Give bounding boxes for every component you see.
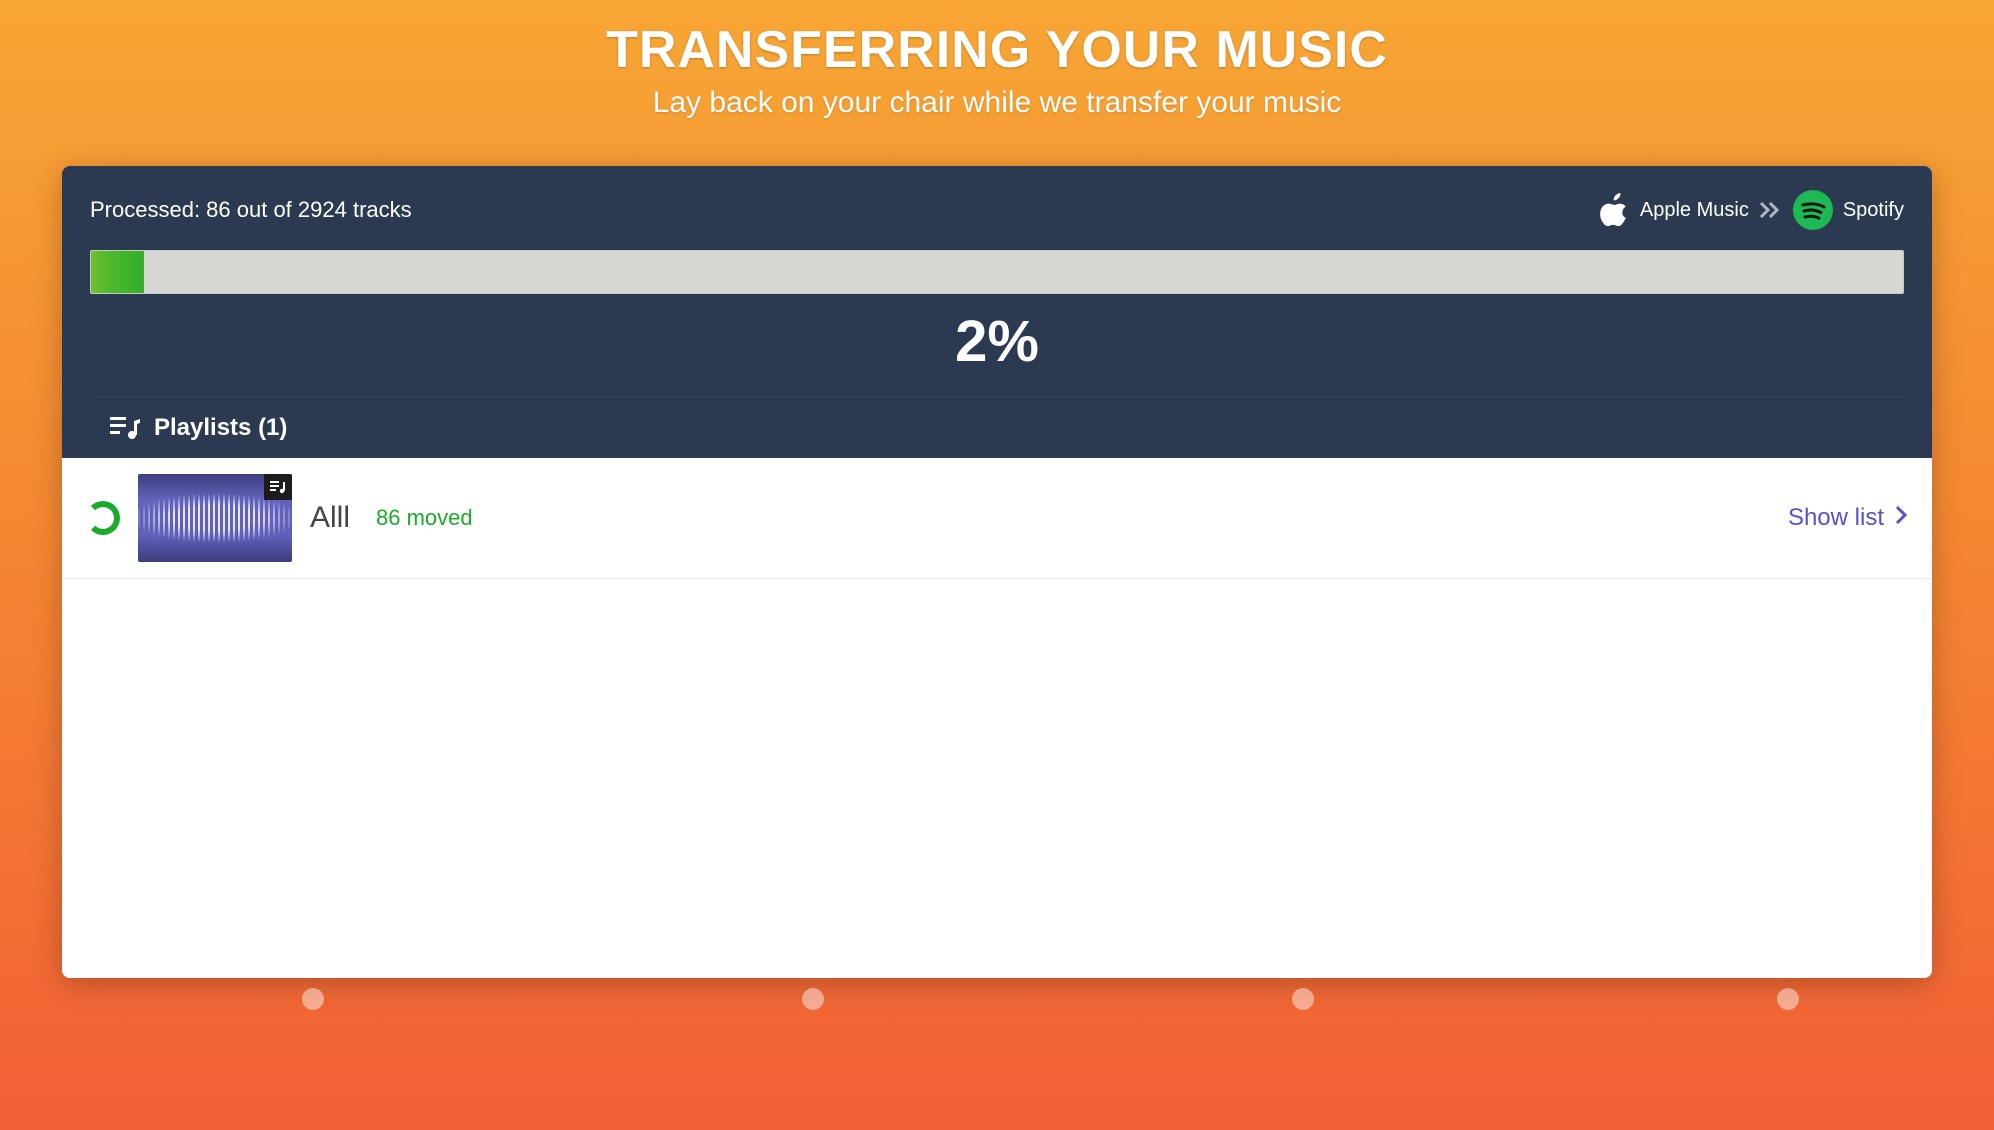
show-list-link[interactable]: Show list	[1788, 504, 1908, 533]
playlist-badge-icon	[264, 474, 292, 500]
service-transfer-indicator: Apple Music Spotify	[1600, 190, 1904, 230]
playlist-thumbnail	[138, 474, 292, 562]
progress-percent-text: 2%	[90, 294, 1904, 397]
page-subtitle: Lay back on your chair while we transfer…	[20, 86, 1974, 120]
chevron-right-icon	[1894, 504, 1908, 533]
dest-service-label: Spotify	[1843, 199, 1904, 222]
pager-dot	[1777, 988, 1799, 1010]
progress-bar	[90, 250, 1904, 294]
apple-music-icon	[1600, 193, 1630, 227]
page-title: TRANSFERRING YOUR MUSIC	[20, 20, 1974, 80]
show-list-label: Show list	[1788, 504, 1884, 532]
pager-dot	[302, 988, 324, 1010]
progress-top-row: Processed: 86 out of 2924 tracks Apple M…	[90, 190, 1904, 230]
arrow-right-icon	[1759, 201, 1783, 219]
playlists-count-label: Playlists (1)	[154, 414, 287, 442]
playlists-section-header: Playlists (1)	[90, 397, 1904, 458]
processed-text: Processed: 86 out of 2924 tracks	[90, 197, 412, 223]
source-service-label: Apple Music	[1640, 199, 1749, 222]
playlist-moved-count: 86 moved	[376, 505, 473, 531]
page-header: TRANSFERRING YOUR MUSIC Lay back on your…	[0, 20, 1994, 120]
playlist-name: Alll	[310, 501, 350, 535]
spotify-icon	[1793, 190, 1833, 230]
playlists-body: Alll 86 moved Show list	[62, 458, 1932, 978]
loading-spinner-icon	[86, 501, 120, 535]
pager-dot	[1292, 988, 1314, 1010]
progress-bar-fill	[91, 251, 144, 293]
pager-dot	[802, 988, 824, 1010]
playlist-icon	[110, 415, 140, 441]
transfer-card: Processed: 86 out of 2924 tracks Apple M…	[62, 166, 1932, 978]
progress-panel: Processed: 86 out of 2924 tracks Apple M…	[62, 166, 1932, 458]
playlist-row: Alll 86 moved Show list	[62, 458, 1932, 579]
pager-dots	[62, 978, 1932, 1000]
